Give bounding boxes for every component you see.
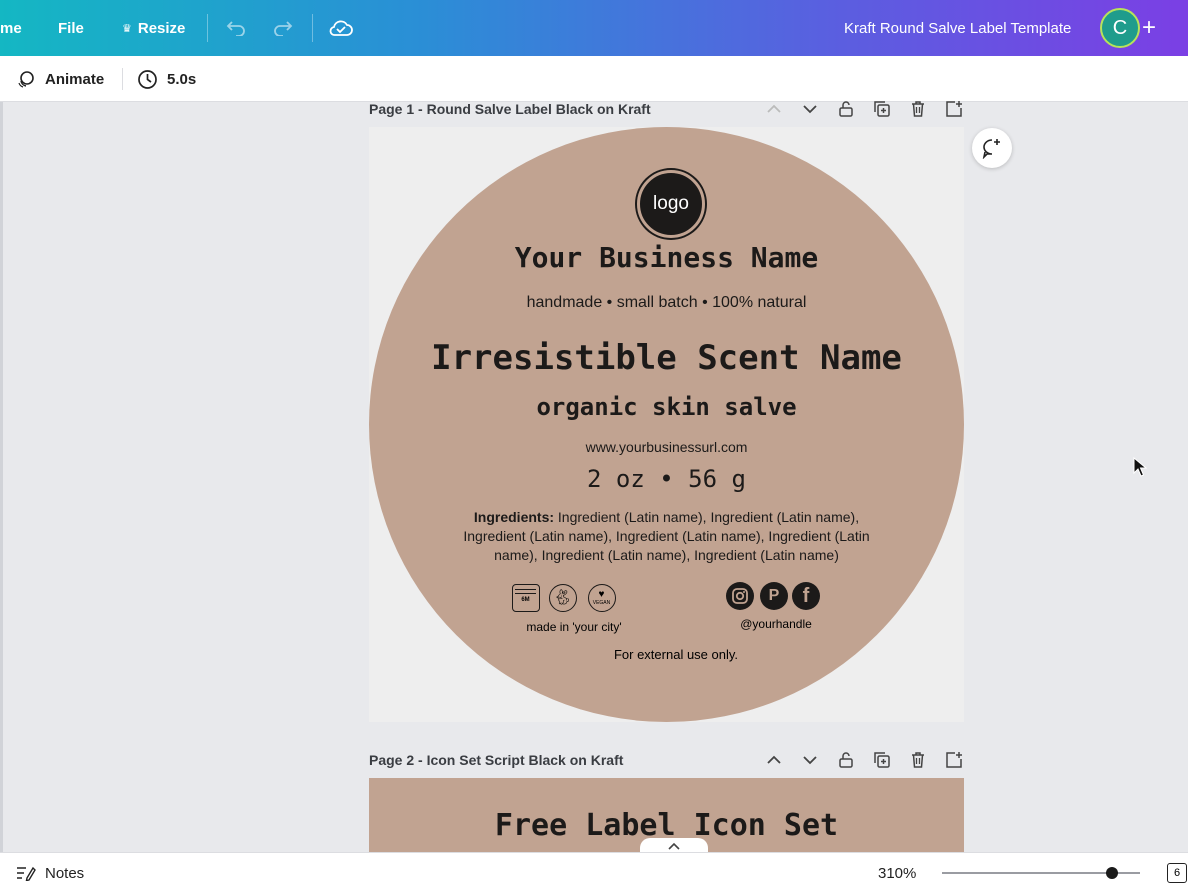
duplicate-page-icon[interactable] bbox=[872, 750, 892, 770]
logo-placeholder[interactable]: logo bbox=[637, 170, 705, 238]
trash-icon[interactable] bbox=[908, 750, 928, 770]
zoom-value: 310% bbox=[878, 864, 917, 882]
pinterest-icon[interactable]: P bbox=[760, 582, 788, 610]
vegan-icon-text: VEGAN bbox=[592, 600, 611, 606]
file-menu[interactable]: File bbox=[58, 0, 84, 56]
resize-label: Resize bbox=[137, 19, 186, 37]
document-title[interactable]: Kraft Round Salve Label Template bbox=[844, 0, 1071, 56]
page-2-title[interactable]: Page 2 - Icon Set Script Black on Kraft bbox=[369, 752, 623, 768]
document-title-text: Kraft Round Salve Label Template bbox=[844, 19, 1072, 37]
notes-icon bbox=[17, 866, 36, 881]
ingredients-line: name), Ingredient (Latin name), Ingredie… bbox=[494, 547, 839, 563]
home-menu[interactable]: me bbox=[0, 0, 22, 56]
comment-plus-icon bbox=[982, 139, 1000, 159]
website-url[interactable]: www.yourbusinessurl.com bbox=[369, 439, 964, 455]
ingredients-label: Ingredients: bbox=[473, 509, 555, 525]
trash-icon[interactable] bbox=[908, 99, 928, 119]
add-comment-button[interactable] bbox=[972, 128, 1012, 168]
page-count-button[interactable]: 6 bbox=[1167, 863, 1187, 883]
crown-icon: ♛ bbox=[122, 22, 132, 35]
made-in-text[interactable]: made in 'your city' bbox=[499, 620, 649, 634]
net-weight[interactable]: 2 oz • 56 g bbox=[369, 465, 964, 493]
chevron-down-icon[interactable] bbox=[800, 99, 820, 119]
page-1-title[interactable]: Page 1 - Round Salve Label Black on Kraf… bbox=[369, 101, 651, 117]
notes-label: Notes bbox=[45, 864, 85, 882]
file-label: File bbox=[58, 19, 84, 37]
plus-icon[interactable]: + bbox=[1142, 14, 1156, 42]
add-page-icon[interactable] bbox=[944, 750, 964, 770]
avatar[interactable]: C bbox=[1100, 8, 1140, 48]
zoom-level[interactable]: 310% bbox=[878, 853, 916, 892]
avatar-initial: C bbox=[1112, 16, 1128, 39]
resize-button[interactable]: ♛ Resize bbox=[122, 0, 185, 56]
mouse-cursor-icon bbox=[1133, 457, 1147, 477]
chevron-up-icon[interactable] bbox=[764, 750, 784, 770]
business-name[interactable]: Your Business Name bbox=[369, 241, 964, 274]
bottom-bar: Notes 310% 6 bbox=[0, 852, 1188, 892]
divider bbox=[122, 68, 123, 90]
lock-icon[interactable] bbox=[836, 99, 856, 119]
jar-icon[interactable]: 6M bbox=[512, 584, 540, 612]
page-count-value: 6 bbox=[1173, 867, 1181, 879]
redo-icon[interactable] bbox=[269, 14, 297, 42]
undo-icon[interactable] bbox=[222, 14, 250, 42]
animate-label: Animate bbox=[45, 70, 105, 88]
jar-icon-text: 6M bbox=[521, 597, 530, 603]
chevron-up-icon[interactable] bbox=[764, 99, 784, 119]
notes-button[interactable]: Notes bbox=[16, 853, 84, 892]
ingredients-line: Ingredient (Latin name), Ingredient (Lat… bbox=[463, 528, 870, 544]
page-2-header: Page 2 - Icon Set Script Black on Kraft bbox=[369, 748, 964, 772]
product-type[interactable]: organic skin salve bbox=[369, 393, 964, 421]
chevron-down-icon[interactable] bbox=[800, 750, 820, 770]
duration-button[interactable]: 5.0s bbox=[137, 56, 196, 102]
page-2-actions bbox=[764, 748, 964, 772]
cruelty-free-icon[interactable]: 🐇︎ bbox=[549, 584, 577, 612]
page-1-header: Page 1 - Round Salve Label Black on Kraf… bbox=[369, 97, 964, 121]
vegan-icon[interactable]: ♥ VEGAN bbox=[588, 584, 616, 612]
chevron-up-icon bbox=[668, 842, 680, 850]
ingredients-block[interactable]: Ingredients: Ingredient (Latin name), In… bbox=[369, 508, 964, 565]
scent-name[interactable]: Irresistible Scent Name bbox=[369, 338, 964, 378]
add-page-icon[interactable] bbox=[944, 99, 964, 119]
duration-label: 5.0s bbox=[167, 70, 197, 88]
animate-icon bbox=[18, 71, 34, 88]
instagram-icon[interactable] bbox=[726, 582, 754, 610]
home-label: me bbox=[0, 19, 22, 37]
left-panel-edge bbox=[0, 102, 3, 852]
divider bbox=[207, 14, 208, 42]
clock-icon bbox=[138, 69, 157, 89]
facebook-icon[interactable]: f bbox=[792, 582, 820, 610]
top-bar: me File ♛ Resize Kraft Round Salve Label… bbox=[0, 0, 1188, 56]
lock-icon[interactable] bbox=[836, 750, 856, 770]
logo-text: logo bbox=[653, 193, 689, 214]
external-use-text[interactable]: For external use only. bbox=[576, 647, 776, 662]
zoom-slider-thumb[interactable] bbox=[1106, 867, 1119, 879]
page-1-canvas[interactable]: logo Your Business Name handmade • small… bbox=[369, 127, 964, 722]
cloud-saved-icon[interactable] bbox=[327, 14, 355, 42]
duplicate-page-icon[interactable] bbox=[872, 99, 892, 119]
social-handle[interactable]: @yourhandle bbox=[716, 617, 836, 631]
tagline[interactable]: handmade • small batch • 100% natural bbox=[369, 294, 964, 312]
animate-button[interactable]: Animate bbox=[16, 56, 104, 102]
divider bbox=[312, 14, 313, 42]
page-1-actions bbox=[764, 97, 964, 121]
ingredients-line: Ingredient (Latin name), Ingredient (Lat… bbox=[557, 509, 860, 525]
editor-toolbar: Animate 5.0s bbox=[0, 56, 1188, 102]
